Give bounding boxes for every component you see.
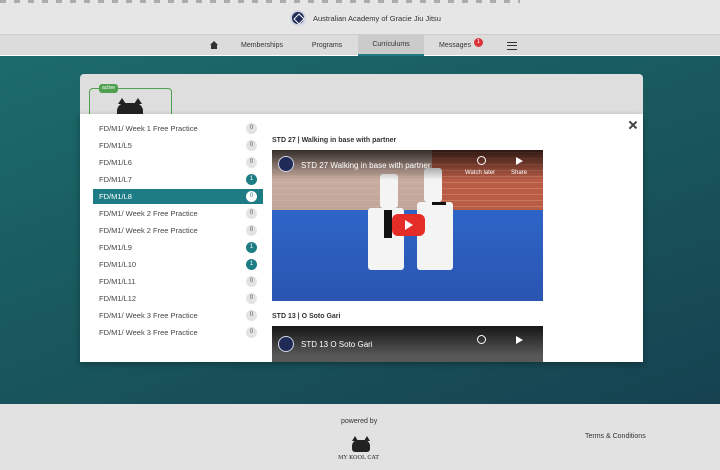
nav-messages[interactable]: Messages 1 — [428, 35, 494, 56]
lesson-count: 0 — [246, 225, 257, 236]
academy-name: Australian Academy of Gracie Jiu Jitsu — [313, 13, 441, 23]
lesson-label: FD/M1/L12 — [99, 294, 137, 303]
lesson-list: FD/M1/ Week 1 Free Practice 0 FD/M1/L5 0 F… — [93, 123, 263, 355]
lesson-count: 0 — [246, 327, 257, 338]
share-icon[interactable] — [516, 336, 523, 344]
cat-logo-icon[interactable] — [352, 436, 370, 452]
hamburger-menu-icon — [507, 41, 517, 50]
messages-badge: 1 — [473, 38, 483, 47]
lesson-label: FD/M1/L5 — [99, 141, 132, 150]
play-button-icon[interactable] — [392, 214, 425, 236]
lesson-item[interactable]: FD/M1/L10 1 — [93, 257, 263, 272]
athlete-figure — [417, 202, 453, 270]
nav-memberships[interactable]: Memberships — [230, 35, 294, 56]
black-belt — [432, 202, 446, 205]
lesson-count: 0 — [246, 140, 257, 151]
lesson-label: FD/M1/L8 — [99, 192, 132, 201]
share-icon[interactable] — [516, 157, 523, 165]
footer: powered by MY KOOL CAT Terms & Condition… — [0, 404, 720, 470]
nav-home[interactable] — [202, 35, 226, 56]
channel-logo-icon[interactable] — [278, 156, 294, 172]
lesson-item[interactable]: FD/M1/ Week 3 Free Practice 0 — [93, 325, 263, 340]
close-icon[interactable] — [628, 120, 638, 130]
clock-icon[interactable] — [477, 335, 486, 344]
lesson-label: FD/M1/ Week 1 Free Practice — [99, 124, 198, 133]
channel-logo-icon[interactable] — [278, 336, 294, 352]
lesson-count: 0 — [246, 157, 257, 168]
brand[interactable]: Australian Academy of Gracie Jiu Jitsu — [290, 10, 441, 26]
video-title[interactable]: STD 13 O Soto Gari — [301, 340, 373, 349]
lesson-count: 1 — [246, 174, 257, 185]
torn-edge — [0, 0, 520, 3]
curriculum-modal: FD/M1/ Week 1 Free Practice 0 FD/M1/L5 0 F… — [80, 114, 643, 362]
academy-logo-icon — [290, 10, 306, 26]
footer-brand[interactable]: MY KOOL CAT — [338, 455, 379, 461]
clock-icon[interactable] — [477, 156, 486, 165]
lesson-count: 0 — [246, 310, 257, 321]
lesson-count: 1 — [246, 242, 257, 253]
home-icon — [209, 41, 219, 50]
video-player[interactable]: STD 27 Walking in base with partner Watc… — [272, 150, 543, 301]
watch-later-label[interactable]: Watch later — [465, 170, 495, 176]
lesson-item[interactable]: FD/M1/L12 0 — [93, 291, 263, 306]
nav-curriculums[interactable]: Curriculums — [358, 35, 424, 56]
main-nav: Memberships Programs Curriculums Message… — [0, 34, 720, 56]
lesson-item[interactable]: FD/M1/ Week 2 Free Practice 0 — [93, 223, 263, 238]
lesson-item[interactable]: FD/M1/L11 0 — [93, 274, 263, 289]
lesson-item[interactable]: FD/M1/L6 0 — [93, 155, 263, 170]
lesson-item[interactable]: FD/M1/L9 1 — [93, 240, 263, 255]
top-bar: Australian Academy of Gracie Jiu Jitsu — [0, 0, 720, 34]
video-heading: STD 27 | Walking in base with partner — [272, 137, 397, 144]
powered-by: powered by — [341, 418, 378, 425]
lesson-label: FD/M1/L10 — [99, 260, 137, 269]
nav-menu[interactable] — [500, 35, 524, 56]
lesson-item[interactable]: FD/M1/L7 1 — [93, 172, 263, 187]
lesson-item[interactable]: FD/M1/ Week 1 Free Practice 0 — [93, 123, 263, 136]
video-player[interactable]: STD 13 O Soto Gari — [272, 326, 543, 362]
video-heading: STD 13 | O Soto Gari — [272, 313, 341, 320]
nav-messages-label: Messages — [439, 42, 471, 49]
lesson-label: FD/M1/ Week 3 Free Practice — [99, 328, 198, 337]
lesson-label: FD/M1/L11 — [99, 277, 136, 286]
share-label[interactable]: Share — [511, 170, 527, 176]
lesson-label: FD/M1/L6 — [99, 158, 132, 167]
lesson-count: 0 — [246, 276, 257, 287]
lesson-label: FD/M1/ Week 3 Free Practice — [99, 311, 198, 320]
status-badge: active — [99, 84, 119, 93]
lesson-item-selected[interactable]: FD/M1/L8 0 — [93, 189, 263, 204]
lesson-count: 0 — [246, 208, 257, 219]
lesson-label: FD/M1/L9 — [99, 243, 132, 252]
lesson-count: 0 — [246, 293, 257, 304]
lesson-item[interactable]: FD/M1/L5 0 — [93, 138, 263, 153]
lesson-count: 0 — [246, 191, 257, 202]
lesson-label: FD/M1/L7 — [99, 175, 132, 184]
lesson-count: 1 — [246, 259, 257, 270]
nav-programs[interactable]: Programs — [298, 35, 356, 56]
lesson-item[interactable]: FD/M1/ Week 2 Free Practice 0 — [93, 206, 263, 221]
lesson-label: FD/M1/ Week 2 Free Practice — [99, 209, 198, 218]
lesson-label: FD/M1/ Week 2 Free Practice — [99, 226, 198, 235]
lesson-count: 0 — [246, 123, 257, 134]
lesson-item[interactable]: FD/M1/ Week 3 Free Practice 0 — [93, 308, 263, 323]
terms-link[interactable]: Terms & Conditions — [585, 433, 646, 440]
video-title[interactable]: STD 27 Walking in base with partner — [301, 161, 431, 170]
black-belt — [384, 210, 392, 238]
